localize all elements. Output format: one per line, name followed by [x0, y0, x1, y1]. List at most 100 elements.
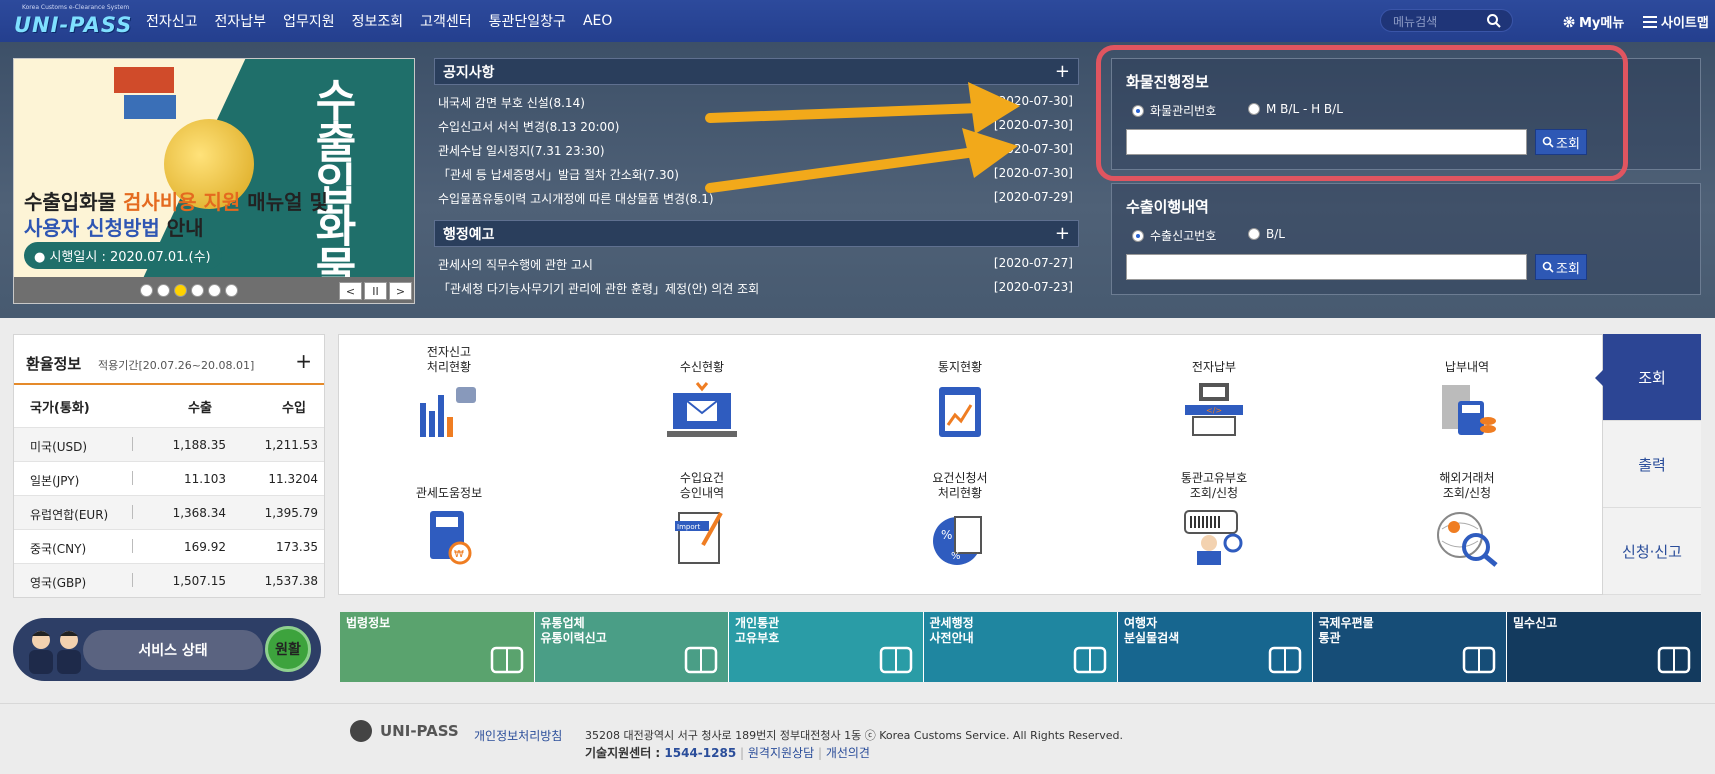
footer-logo: UNI-PASS — [350, 720, 459, 742]
shortcut-tile-label: 국제우편물 통관 — [1318, 616, 1374, 645]
quick-service-label: 통관고유부호 조회/신청 — [1180, 471, 1248, 500]
quick-service-4[interactable]: 전자납부 </> — [1139, 343, 1289, 441]
banner-page-dot[interactable] — [174, 284, 187, 297]
privacy-policy-link[interactable]: 개인정보처리방침 — [474, 727, 562, 744]
top-navigation-bar: Korea Customs e-Clearance System UNI-PAS… — [0, 0, 1715, 42]
shortcut-tile-label: 유통업체 유통이력신고 — [540, 616, 607, 645]
import-document-icon: Import — [667, 507, 737, 567]
quick-service-label: 납부내역 — [1444, 360, 1490, 374]
banner-next-button[interactable]: > — [389, 282, 412, 300]
admin-notice-title: 행정예고 — [443, 226, 495, 243]
exchange-rate-more-button[interactable]: + — [295, 349, 312, 373]
clipboard-chart-icon — [925, 381, 995, 441]
admin-notice-item[interactable]: 관세사의 직무수행에 관한 고시 [2020-07-27] — [438, 256, 1073, 278]
shortcut-tiles: 법령정보 유통업체 유통이력신고 개인통관 고유부호 관세행정 사전안내 여행자 분실물검색 국제… — [340, 612, 1702, 682]
book-icon — [488, 644, 526, 676]
my-menu-link[interactable]: My메뉴 — [1562, 12, 1624, 31]
nav-item-e-declaration[interactable]: 전자신고 — [146, 11, 198, 31]
banner-prev-button[interactable]: < — [339, 282, 362, 300]
shortcut-tile-3[interactable]: 개인통관 고유부호 — [729, 612, 924, 682]
banner-page-dot[interactable] — [225, 284, 238, 297]
nav-item-single-window[interactable]: 통관단일창구 — [489, 11, 566, 31]
hamburger-icon — [1643, 15, 1657, 28]
svg-text:₩: ₩ — [454, 549, 464, 560]
bar-chart-icon — [414, 381, 484, 441]
menu-search-input[interactable]: 메뉴검색 — [1380, 9, 1513, 32]
shortcut-tile-2[interactable]: 유통업체 유통이력신고 — [534, 612, 729, 682]
quick-service-label: 수입요건 승인내역 — [679, 471, 725, 500]
export-number-input[interactable] — [1126, 254, 1527, 280]
admin-notice-item[interactable]: 「관세청 다기능사무기기 관리에 관한 훈령」제정(안) 의견 조회 [2020-… — [438, 280, 1073, 302]
service-status-label: 서비스 상태 — [83, 630, 263, 670]
shortcut-tile-7[interactable]: 밀수신고 — [1507, 612, 1702, 682]
export-history-panel: 수출이행내역 수출신고번호 B/L 조회 — [1111, 183, 1701, 295]
hand-truck-icon — [1460, 644, 1498, 676]
export-search-button[interactable]: 조회 — [1535, 254, 1587, 280]
tech-support-phone[interactable]: 1544-1285 — [664, 746, 736, 760]
radio-dot-selected[interactable] — [1132, 229, 1144, 242]
feedback-link[interactable]: 개선의견 — [826, 746, 870, 760]
table-row: 미국(USD) 1,188.35 1,211.53 — [14, 427, 324, 461]
banner-controls: < II > — [14, 277, 414, 303]
admin-notice-more-button[interactable]: + — [1055, 223, 1070, 244]
banner-headline-2: 사용자 신청방법 안내 — [24, 216, 204, 240]
globe-search-icon — [1432, 507, 1502, 567]
svg-text:</>: </> — [1206, 406, 1222, 415]
banner-date-pill: ● 시행일시 : 2020.07.01.(수) — [24, 242, 222, 269]
remote-support-link[interactable]: 원격지원상담 — [748, 746, 814, 760]
nav-item-customer-center[interactable]: 고객센터 — [420, 11, 472, 31]
shortcut-tile-5[interactable]: 여행자 분실물검색 — [1118, 612, 1313, 682]
service-status-badge: 원활 — [265, 626, 311, 672]
footer-address: 35208 대전광역시 서구 청사로 189번지 정부대전청사 1동 ⓒ Kor… — [585, 729, 1123, 742]
notice-title: 공지사항 — [443, 64, 495, 81]
quick-service-1[interactable]: 전자신고 처리현황 — [374, 343, 524, 441]
tab-print[interactable]: 출력 — [1603, 421, 1701, 508]
quick-service-10[interactable]: 해외거래처 조회/신청 — [1392, 469, 1542, 567]
tab-inquiry[interactable]: 조회 — [1595, 334, 1701, 421]
quick-service-8[interactable]: 요건신청서 처리현황%% — [885, 469, 1035, 567]
quick-service-5[interactable]: 납부내역 — [1392, 343, 1542, 441]
shortcut-tile-1[interactable]: 법령정보 — [340, 612, 535, 682]
nav-item-business-support[interactable]: 업무지원 — [283, 11, 335, 31]
sitemap-link[interactable]: 사이트맵 — [1643, 12, 1709, 31]
quick-service-9[interactable]: 통관고유부호 조회/신청 — [1139, 469, 1289, 567]
main-nav: 전자신고 전자납부 업무지원 정보조회 고객센터 통관단일창구 AEO — [146, 0, 629, 42]
service-status-widget: 서비스 상태 원활 — [13, 618, 321, 681]
svg-text:Import: Import — [677, 523, 700, 531]
menu-search-placeholder: 메뉴검색 — [1393, 15, 1438, 29]
shortcut-tile-4[interactable]: 관세행정 사전안내 — [923, 612, 1118, 682]
phone-24h-icon — [1655, 644, 1693, 676]
tab-application[interactable]: 신청·신고 — [1603, 508, 1701, 595]
nav-item-e-payment[interactable]: 전자납부 — [215, 11, 267, 31]
shortcut-tile-6[interactable]: 국제우편물 통관 — [1312, 612, 1507, 682]
search-icon[interactable] — [1486, 13, 1502, 29]
quick-service-label: 해외거래처 조회/신청 — [1439, 471, 1495, 500]
tech-support-line: 기술지원센터 : 1544-1285 | 원격지원상담 | 개선의견 — [585, 746, 870, 760]
radio-bl[interactable]: B/L — [1248, 227, 1285, 241]
table-row: 일본(JPY) 11.103 11.3204 — [14, 461, 324, 495]
unipass-logo[interactable]: Korea Customs e-Clearance System UNI-PAS… — [14, 4, 131, 38]
nav-item-info-inquiry[interactable]: 정보조회 — [352, 11, 404, 31]
quick-service-6[interactable]: 관세도움정보 ₩ — [374, 469, 524, 567]
banner-page-dot[interactable] — [157, 284, 170, 297]
logo-text: UNI-PASS — [14, 13, 133, 37]
radio-dot[interactable] — [1248, 228, 1260, 240]
banner-page-dot[interactable] — [208, 284, 221, 297]
stamp-icon — [682, 644, 720, 676]
quick-service-7[interactable]: 수입요건 승인내역 Import — [627, 469, 777, 567]
nav-item-aeo[interactable]: AEO — [583, 13, 612, 29]
svg-text:%: % — [941, 528, 952, 542]
arrow-icon — [705, 128, 1018, 193]
quick-service-2[interactable]: 수신현황 — [627, 343, 777, 441]
headset-icon — [1071, 644, 1109, 676]
quick-service-label: 전자납부 — [1191, 360, 1237, 374]
logo-subtitle: Korea Customs e-Clearance System — [22, 4, 130, 11]
banner-page-dot[interactable] — [191, 284, 204, 297]
quick-service-3[interactable]: 통지현황 — [885, 343, 1035, 441]
radio-export-number[interactable]: 수출신고번호 — [1132, 227, 1216, 244]
notice-more-button[interactable]: + — [1055, 61, 1070, 82]
banner-page-dot[interactable] — [140, 284, 153, 297]
banner-pause-button[interactable]: II — [364, 282, 387, 300]
quick-service-label: 전자신고 처리현황 — [426, 345, 472, 374]
promo-banner[interactable]: 수출입화물 수출입화물 검사비용 지원 매뉴얼 및 사용자 신청방법 안내 ● … — [13, 58, 415, 304]
